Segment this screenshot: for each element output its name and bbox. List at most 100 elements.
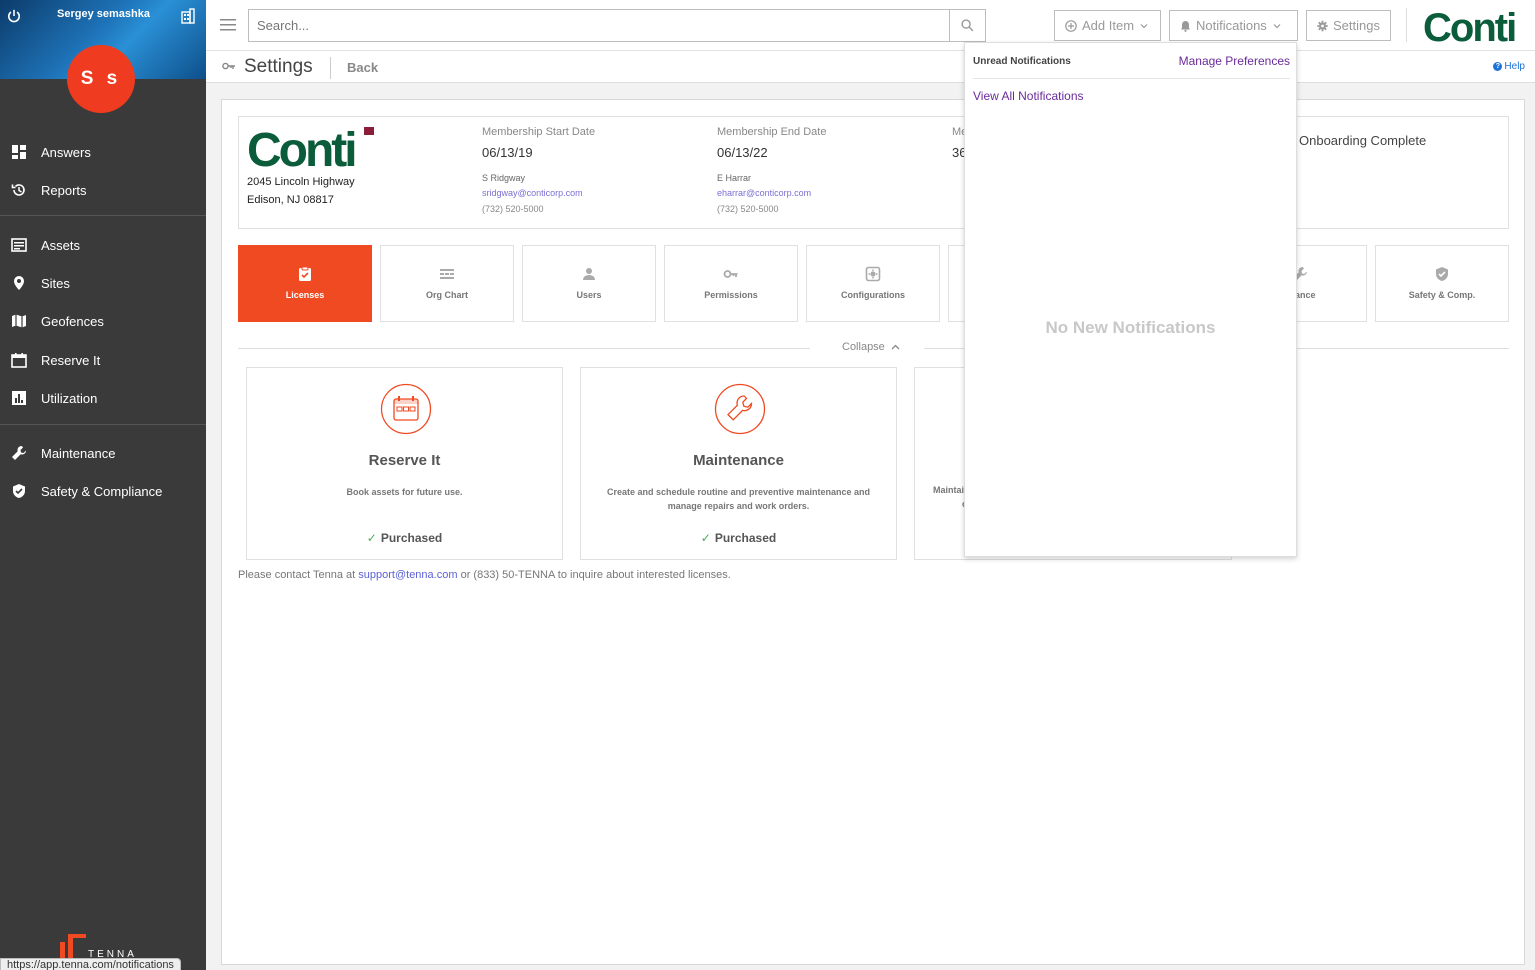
sidebar-item-reserve-it[interactable]: Reserve It — [0, 345, 206, 375]
tile-label: Safety & Comp. — [1408, 290, 1476, 300]
divider — [330, 57, 331, 79]
plus-circle-icon — [1065, 19, 1077, 32]
sidebar-item-safety-compliance[interactable]: Safety & Compliance — [0, 476, 206, 506]
calendar-icon — [380, 383, 432, 435]
avatar[interactable]: S s — [67, 45, 135, 113]
collapse-row: Collapse — [238, 340, 1509, 358]
building-icon[interactable] — [180, 8, 196, 24]
license-status-label: Purchased — [380, 531, 443, 545]
sidebar-item-maintenance[interactable]: Maintenance — [0, 438, 206, 468]
settings-panel: Conti 2045 Lincoln Highway Edison, NJ 08… — [221, 99, 1525, 965]
sidebar: Sergey semashka S s Answers Reports Asse… — [0, 0, 206, 970]
sidebar-item-label: Answers — [41, 144, 91, 160]
license-status: ✓ Purchased — [581, 531, 896, 545]
sidebar-item-label: Safety & Compliance — [41, 483, 163, 499]
collapse-label: Collapse — [842, 341, 885, 353]
sidebar-item-assets[interactable]: Assets — [0, 230, 206, 260]
shield-icon — [1436, 267, 1448, 281]
company-address: 2045 Lincoln Highway Edison, NJ 08817 — [247, 173, 355, 209]
search-box — [248, 9, 986, 42]
top-bar: Add Item Notifications Settings Conti — [206, 0, 1535, 51]
contact-email[interactable]: sridgway@conticorp.com — [482, 188, 595, 198]
config-icon — [865, 266, 881, 282]
divider — [238, 348, 810, 349]
page-header: Settings Back ? Help — [206, 51, 1535, 83]
back-link[interactable]: Back — [347, 60, 378, 75]
empty-state: No New Notifications — [1045, 318, 1216, 337]
license-description-partial: Maintai — [933, 485, 965, 495]
tile-label: Org Chart — [425, 290, 468, 300]
divider — [0, 215, 206, 216]
sidebar-item-sites[interactable]: Sites — [0, 268, 206, 298]
sidebar-item-geofences[interactable]: Geofences — [0, 306, 206, 336]
search-icon — [961, 19, 974, 32]
contact-name: E Harrar — [717, 173, 752, 183]
settings-button[interactable]: Settings — [1306, 10, 1391, 41]
support-email-link[interactable]: support@tenna.com — [358, 569, 457, 581]
chevron-down-icon — [1273, 23, 1281, 28]
help-label: Help — [1504, 61, 1525, 72]
divider — [1406, 8, 1407, 42]
tab-users[interactable]: Users — [522, 245, 656, 322]
logo-accent — [364, 127, 374, 135]
contact-suffix: or (833) 50-TENNA to inquire about inter… — [457, 569, 731, 581]
collapse-toggle[interactable]: Collapse — [842, 341, 900, 353]
add-item-button[interactable]: Add Item — [1054, 10, 1161, 41]
license-description: Create and schedule routine and preventi… — [606, 487, 871, 511]
onboarding-status: Onboarding Complete — [1299, 133, 1427, 148]
wrench-icon — [714, 383, 766, 435]
notifications-button[interactable]: Notifications — [1169, 10, 1298, 41]
page-title: Settings — [244, 56, 313, 77]
view-all-notifications-link[interactable]: View All Notifications — [973, 89, 1084, 103]
add-item-label: Add Item — [1082, 18, 1135, 33]
tile-label: Users — [576, 290, 602, 300]
tile-label: Licenses — [285, 290, 325, 300]
address-line: 2045 Lincoln Highway — [247, 176, 355, 188]
membership-end: Membership End Date 06/13/22 E Harrar eh… — [717, 126, 826, 214]
tab-permissions[interactable]: Permissions — [664, 245, 798, 322]
license-card-maintenance: Maintenance Create and schedule routine … — [580, 367, 897, 560]
calendar-icon — [11, 353, 27, 368]
sidebar-item-label: Utilization — [41, 390, 98, 406]
settings-tiles: Licenses Org Chart Users Permissions Con… — [238, 245, 1509, 323]
tile-label: Permissions — [704, 290, 758, 300]
gear-icon — [1317, 20, 1328, 31]
sidebar-item-label: Maintenance — [41, 445, 116, 461]
sidebar-item-utilization[interactable]: Utilization — [0, 383, 206, 413]
contact-prefix: Please contact Tenna at — [238, 569, 359, 581]
sidebar-item-answers[interactable]: Answers — [0, 137, 206, 167]
tab-configurations[interactable]: Configurations — [806, 245, 940, 322]
tab-safety-compliance[interactable]: Safety & Comp. — [1375, 245, 1509, 322]
map-icon — [12, 314, 26, 328]
notifications-dropdown: Unread Notifications Manage Preferences … — [964, 42, 1297, 557]
license-description: Book assets for future use. — [346, 487, 463, 497]
tab-org-chart[interactable]: Org Chart — [380, 245, 514, 322]
help-link[interactable]: ? Help — [1493, 61, 1525, 72]
key-icon — [222, 62, 235, 70]
user-icon — [583, 268, 595, 280]
menu-icon[interactable] — [220, 18, 236, 32]
check-icon: ✓ — [700, 531, 711, 545]
manage-preferences-link[interactable]: Manage Preferences — [1179, 54, 1290, 68]
contact-email[interactable]: eharrar@conticorp.com — [717, 188, 826, 198]
sidebar-item-reports[interactable]: Reports — [0, 175, 206, 205]
check-icon: ✓ — [366, 531, 377, 545]
tile-label: Configurations — [841, 290, 905, 300]
tenna-logo: TENNA — [58, 930, 148, 960]
tab-licenses[interactable]: Licenses — [238, 245, 372, 322]
bar-chart-icon — [12, 391, 26, 405]
settings-label: Settings — [1333, 18, 1380, 33]
chevron-up-icon — [891, 344, 900, 350]
search-input[interactable] — [249, 10, 949, 41]
notifications-header: Unread Notifications Manage Preferences — [973, 43, 1290, 79]
membership-label: Membership End Date — [717, 126, 827, 138]
contact-name: S Ridgway — [482, 173, 526, 183]
unread-notifications-label: Unread Notifications — [973, 56, 1071, 67]
help-icon: ? — [1493, 62, 1503, 71]
search-button[interactable] — [949, 10, 985, 41]
license-status-label: Purchased — [714, 531, 777, 545]
company-logo: Conti — [247, 124, 358, 177]
power-icon[interactable] — [7, 9, 21, 23]
company-info-card: Conti 2045 Lincoln Highway Edison, NJ 08… — [238, 116, 1509, 229]
contact-note: Please contact Tenna at support@tenna.co… — [238, 569, 731, 581]
